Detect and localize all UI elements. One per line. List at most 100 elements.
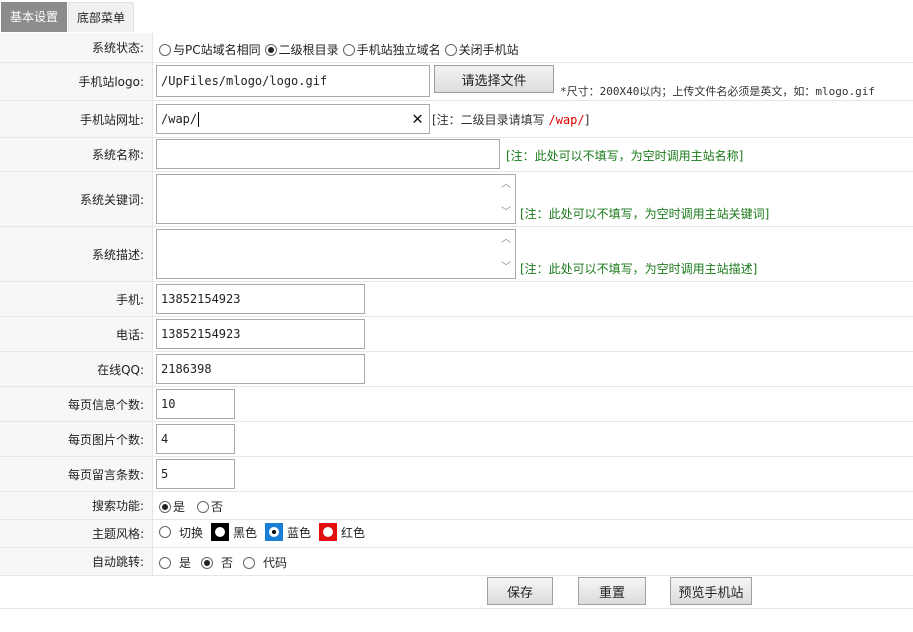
theme-option-blue[interactable]: 蓝色 xyxy=(265,523,311,541)
mobile-label: 手机: xyxy=(0,282,153,316)
redirect-option-yes[interactable]: 是 xyxy=(159,554,191,571)
keywords-textarea[interactable]: ︿ ﹀ xyxy=(156,174,516,224)
radio-icon[interactable] xyxy=(197,500,210,513)
per-page-images-content: 4 xyxy=(154,422,913,456)
row-logo: 手机站logo: /UpFiles/mlogo/logo.gif 请选择文件 *… xyxy=(0,63,913,101)
name-content: [注：此处可以不填写，为空时调用主站名称] xyxy=(154,138,913,171)
phone-input[interactable]: 13852154923 xyxy=(156,319,365,349)
row-theme: 主题风格: 切换 黑色 蓝色 红色 xyxy=(0,520,913,548)
row-per-page-messages: 每页留言条数: 5 xyxy=(0,457,913,492)
phone-content: 13852154923 xyxy=(154,317,913,351)
tab-bottom-menu[interactable]: 底部菜单 xyxy=(68,2,134,32)
per-page-images-input[interactable]: 4 xyxy=(156,424,235,454)
redirect-option-code[interactable]: 代码 xyxy=(243,554,287,571)
text-cursor xyxy=(198,111,200,127)
name-note: [注：此处可以不填写，为空时调用主站名称] xyxy=(506,149,744,163)
status-option-close[interactable]: 关闭手机站 xyxy=(444,41,519,58)
system-name-input[interactable] xyxy=(156,139,500,169)
radio-icon[interactable] xyxy=(159,526,171,538)
logo-size-note: *尺寸：200X40以内；上传文件名必须是英文，如：mlogo.gif xyxy=(560,85,875,98)
logo-label: 手机站logo: xyxy=(0,63,153,100)
per-page-info-content: 10 xyxy=(154,387,913,421)
qq-label: 在线QQ: xyxy=(0,352,153,386)
status-content: 与PC站域名相同 二级根目录 手机站独立域名 关闭手机站 xyxy=(154,33,913,62)
per-page-info-label: 每页信息个数: xyxy=(0,387,153,421)
per-page-images-label: 每页图片个数: xyxy=(0,422,153,456)
row-url: 手机站网址: /wap/ ✕ [注：二级目录请填写 /wap/] xyxy=(0,101,913,138)
redirect-content: 是 否 代码 xyxy=(154,548,913,575)
theme-label: 主题风格: xyxy=(0,520,153,547)
description-label: 系统描述: xyxy=(0,227,153,281)
redirect-radio-group: 是 否 代码 xyxy=(159,554,291,571)
description-content: ︿ ﹀ [注：此处可以不填写，为空时调用主站描述] xyxy=(154,227,913,281)
status-option-subdirectory[interactable]: 二级根目录 xyxy=(264,41,339,58)
name-label: 系统名称: xyxy=(0,138,153,171)
url-label: 手机站网址: xyxy=(0,101,153,137)
row-status: 系统状态: 与PC站域名相同 二级根目录 手机站独立域名 关闭手机站 xyxy=(0,33,913,63)
scroll-up-icon[interactable]: ︿ xyxy=(500,234,512,246)
scroll-down-icon[interactable]: ﹀ xyxy=(500,262,512,274)
row-search: 搜索功能: 是 否 xyxy=(0,492,913,520)
radio-icon[interactable] xyxy=(159,43,171,56)
search-content: 是 否 xyxy=(154,492,913,519)
theme-option-switch[interactable]: 切换 xyxy=(159,524,203,541)
row-qq: 在线QQ: 2186398 xyxy=(0,352,913,387)
radio-icon[interactable] xyxy=(159,556,171,569)
keywords-note: [注：此处可以不填写，为空时调用主站关键词] xyxy=(520,207,770,221)
blue-swatch-icon[interactable] xyxy=(265,523,284,541)
clear-icon[interactable]: ✕ xyxy=(412,109,423,129)
per-page-info-input[interactable]: 10 xyxy=(156,389,235,419)
row-name: 系统名称: [注：此处可以不填写，为空时调用主站名称] xyxy=(0,138,913,172)
url-input[interactable]: /wap/ ✕ xyxy=(156,104,430,134)
url-value: /wap/ xyxy=(161,112,198,126)
per-page-messages-content: 5 xyxy=(154,457,913,491)
theme-content: 切换 黑色 蓝色 红色 xyxy=(154,520,913,547)
choose-file-button[interactable]: 请选择文件 xyxy=(434,65,554,93)
url-content: /wap/ ✕ [注：二级目录请填写 /wap/] xyxy=(154,101,913,137)
row-description: 系统描述: ︿ ﹀ [注：此处可以不填写，为空时调用主站描述] xyxy=(0,227,913,282)
theme-option-red[interactable]: 红色 xyxy=(319,523,365,541)
mobile-input[interactable]: 13852154923 xyxy=(156,284,365,314)
scroll-down-icon[interactable]: ﹀ xyxy=(500,207,512,219)
row-per-page-info: 每页信息个数: 10 xyxy=(0,387,913,422)
theme-option-black[interactable]: 黑色 xyxy=(211,523,257,541)
url-note: [注：二级目录请填写 /wap/] xyxy=(432,113,590,127)
search-option-yes[interactable]: 是 xyxy=(159,498,185,515)
scroll-up-icon[interactable]: ︿ xyxy=(500,179,512,191)
row-keywords: 系统关键词: ︿ ﹀ [注：此处可以不填写，为空时调用主站关键词] xyxy=(0,172,913,227)
qq-input[interactable]: 2186398 xyxy=(156,354,365,384)
radio-icon[interactable] xyxy=(243,556,256,569)
status-radio-group: 与PC站域名相同 二级根目录 手机站独立域名 关闭手机站 xyxy=(159,41,523,58)
row-redirect: 自动跳转: 是 否 代码 xyxy=(0,548,913,576)
save-button[interactable]: 保存 xyxy=(487,577,553,605)
keywords-label: 系统关键词: xyxy=(0,172,153,226)
redirect-label: 自动跳转: xyxy=(0,548,153,575)
black-swatch-icon[interactable] xyxy=(211,523,230,541)
radio-checked-icon[interactable] xyxy=(201,556,214,569)
row-per-page-images: 每页图片个数: 4 xyxy=(0,422,913,457)
search-radio-group: 是 否 xyxy=(159,498,227,515)
status-option-same-domain[interactable]: 与PC站域名相同 xyxy=(159,41,261,58)
description-textarea[interactable]: ︿ ﹀ xyxy=(156,229,516,279)
per-page-messages-label: 每页留言条数: xyxy=(0,457,153,491)
description-note: [注：此处可以不填写，为空时调用主站描述] xyxy=(520,262,758,276)
tab-bar: 基本设置 底部菜单 xyxy=(0,0,913,32)
redirect-option-no[interactable]: 否 xyxy=(201,554,233,571)
preview-mobile-site-button[interactable]: 预览手机站 xyxy=(670,577,752,605)
qq-content: 2186398 xyxy=(154,352,913,386)
radio-icon[interactable] xyxy=(444,43,457,56)
red-swatch-icon[interactable] xyxy=(319,523,338,541)
row-actions: 保存 重置 预览手机站 xyxy=(0,576,913,609)
radio-icon[interactable] xyxy=(342,43,355,56)
tab-basic-settings[interactable]: 基本设置 xyxy=(1,2,67,32)
radio-checked-icon[interactable] xyxy=(264,43,277,56)
search-option-no[interactable]: 否 xyxy=(197,498,223,515)
status-option-independent-domain[interactable]: 手机站独立域名 xyxy=(342,41,441,58)
row-mobile: 手机: 13852154923 xyxy=(0,282,913,317)
logo-content: /UpFiles/mlogo/logo.gif 请选择文件 *尺寸：200X40… xyxy=(154,63,913,100)
row-phone: 电话: 13852154923 xyxy=(0,317,913,352)
logo-path-input[interactable]: /UpFiles/mlogo/logo.gif xyxy=(156,65,430,97)
radio-checked-icon[interactable] xyxy=(159,500,171,513)
per-page-messages-input[interactable]: 5 xyxy=(156,459,235,489)
reset-button[interactable]: 重置 xyxy=(578,577,646,605)
